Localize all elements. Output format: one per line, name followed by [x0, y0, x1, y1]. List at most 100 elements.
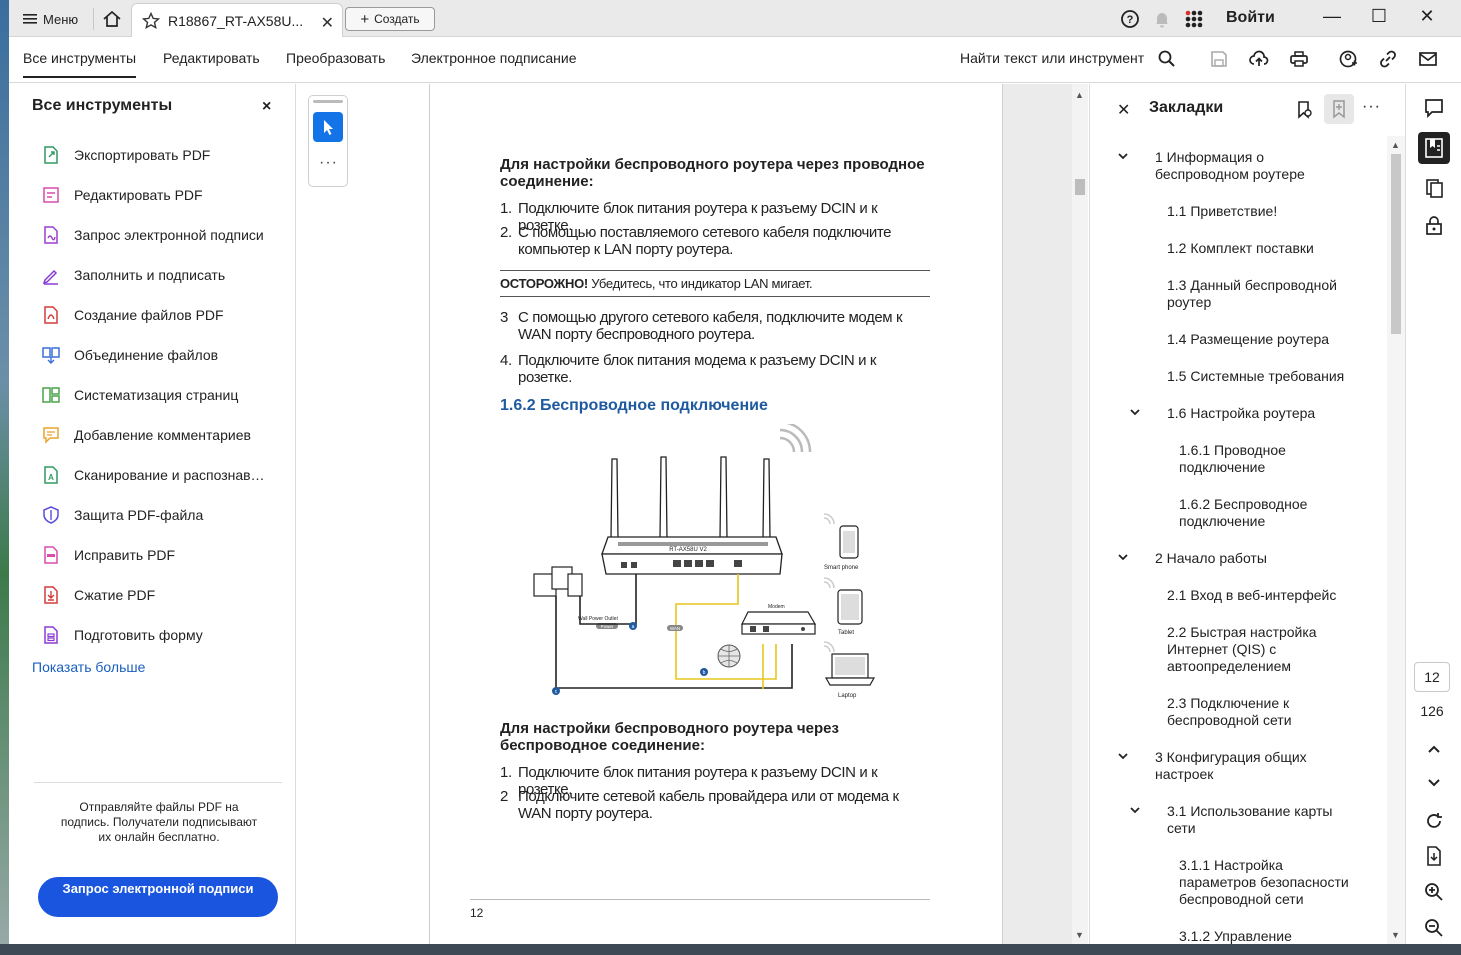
- more-tools-icon[interactable]: ···: [319, 154, 338, 172]
- smart-phone-label: Smart phone: [824, 565, 859, 571]
- document-tab[interactable]: R18867_RT-AX58U... ✕: [131, 3, 343, 37]
- list-item: 4. Подключите блок питания модема к разъ…: [500, 352, 932, 386]
- lock-icon[interactable]: [1422, 214, 1446, 238]
- scroll-thumb[interactable]: [1075, 179, 1085, 195]
- bookmark-item[interactable]: 2 Начало работы: [1155, 550, 1355, 567]
- footer-rule: [470, 899, 930, 900]
- current-page-input[interactable]: 12: [1414, 662, 1450, 692]
- bookmark-search-icon[interactable]: [1295, 100, 1315, 120]
- scroll-thumb[interactable]: [1391, 154, 1401, 334]
- hamburger-icon: [23, 14, 37, 24]
- tool-item[interactable]: Создание файлов PDF: [41, 304, 269, 326]
- tool-item[interactable]: Защита PDF-файла: [41, 504, 269, 526]
- close-window-icon[interactable]: ✕: [1414, 6, 1440, 30]
- bookmark-item[interactable]: 1 Информация о беспроводном роутере: [1155, 149, 1355, 183]
- extract-page-icon[interactable]: [1422, 844, 1446, 868]
- document-scrollbar[interactable]: ▲ ▼: [1072, 84, 1088, 944]
- bookmark-item[interactable]: 1.6 Настройка роутера: [1167, 405, 1355, 422]
- tool-item[interactable]: A Сканирование и распознавание: [41, 464, 269, 486]
- bookmark-item[interactable]: 2.2 Быстрая настройка Интернет (QIS) с а…: [1167, 624, 1355, 675]
- star-icon[interactable]: [142, 11, 160, 30]
- bookmark-item[interactable]: 1.6.2 Беспроводное подключение: [1179, 496, 1355, 530]
- zoom-in-icon[interactable]: [1422, 880, 1446, 904]
- bookmark-item[interactable]: 1.3 Данный беспроводной роутер: [1167, 277, 1355, 311]
- bookmark-item[interactable]: 1.2 Комплект поставки: [1167, 240, 1355, 257]
- apps-grid-icon[interactable]: [1184, 9, 1204, 29]
- bookmark-item[interactable]: 1.6.1 Проводное подключение: [1179, 442, 1355, 476]
- maximize-icon[interactable]: ☐: [1366, 6, 1392, 30]
- bookmarks-rail-icon[interactable]: [1418, 132, 1450, 164]
- bookmarks-scrollbar[interactable]: ▲ ▼: [1387, 136, 1405, 944]
- bookmark-item[interactable]: 3.1 Использование карты сети: [1167, 803, 1355, 837]
- chevron-down-icon[interactable]: [1129, 406, 1141, 418]
- palette-handle[interactable]: [313, 100, 343, 103]
- bookmark-item[interactable]: 2.1 Вход в веб-интерфейс: [1167, 587, 1355, 604]
- scroll-up-icon[interactable]: ▲: [1391, 140, 1400, 150]
- close-tools-panel-icon[interactable]: ×: [262, 98, 271, 116]
- rotate-icon[interactable]: [1422, 809, 1446, 833]
- tool-item[interactable]: Объединение файлов: [41, 344, 269, 366]
- chevron-down-icon[interactable]: [1129, 804, 1141, 816]
- bookmark-item[interactable]: 3.1.2 Управление: [1179, 928, 1355, 945]
- list-number: 3: [500, 309, 508, 326]
- svg-text:a: a: [632, 624, 635, 630]
- close-tab-icon[interactable]: ✕: [321, 13, 334, 33]
- tool-item[interactable]: Сжатие PDF: [41, 584, 269, 606]
- zoom-out-icon[interactable]: [1422, 916, 1446, 940]
- chevron-down-icon[interactable]: [1117, 750, 1129, 762]
- tab-edit[interactable]: Редактировать: [163, 50, 260, 66]
- comments-icon[interactable]: [1422, 96, 1446, 120]
- tab-convert[interactable]: Преобразовать: [286, 50, 385, 66]
- tool-item[interactable]: Редактировать PDF: [41, 184, 269, 206]
- scan-ocr-icon: A: [41, 465, 61, 485]
- page-down-icon[interactable]: [1422, 770, 1446, 794]
- bookmark-item[interactable]: 1.1 Приветствие!: [1167, 203, 1355, 220]
- tab-e-sign[interactable]: Электронное подписание: [411, 50, 577, 66]
- tool-item[interactable]: Исправить PDF: [41, 544, 269, 566]
- close-bookmarks-icon[interactable]: ✕: [1117, 100, 1130, 120]
- share-user-icon[interactable]: [1338, 49, 1358, 69]
- notifications-bell-icon[interactable]: [1152, 9, 1172, 29]
- pages-thumbnails-icon[interactable]: [1422, 176, 1446, 200]
- request-signature-button[interactable]: Запрос электронной подписи: [38, 877, 278, 917]
- print-icon[interactable]: [1289, 49, 1309, 69]
- home-button[interactable]: [101, 8, 123, 30]
- tool-item[interactable]: Подготовить форму: [41, 624, 269, 646]
- show-more-link[interactable]: Показать больше: [32, 659, 145, 675]
- tab-all-tools[interactable]: Все инструменты: [23, 50, 137, 78]
- bookmark-item[interactable]: 3 Конфигурация общих настроек: [1155, 749, 1355, 783]
- tool-item[interactable]: Добавление комментариев: [41, 424, 269, 446]
- wifi-signal-icon: [823, 513, 835, 653]
- create-button[interactable]: + Создать: [345, 7, 435, 31]
- svg-text:A: A: [48, 473, 54, 482]
- rule-line: [500, 270, 930, 271]
- bookmark-item[interactable]: 1.4 Размещение роутера: [1167, 331, 1355, 348]
- save-icon[interactable]: [1209, 49, 1229, 69]
- page-up-icon[interactable]: [1422, 738, 1446, 762]
- bookmark-item[interactable]: 2.3 Подключение к беспроводной сети: [1167, 695, 1355, 729]
- scroll-up-icon[interactable]: ▲: [1075, 90, 1084, 100]
- chevron-down-icon[interactable]: [1117, 551, 1129, 563]
- chevron-down-icon[interactable]: [1117, 150, 1129, 162]
- find-text-or-tool[interactable]: Найти текст или инструмент: [960, 50, 1144, 66]
- search-icon[interactable]: [1157, 49, 1177, 69]
- tool-item[interactable]: Систематизация страниц: [41, 384, 269, 406]
- help-icon[interactable]: ?: [1120, 9, 1140, 29]
- minimize-icon[interactable]: —: [1319, 6, 1345, 30]
- bookmark-item[interactable]: 3.1.1 Настройка параметров безопасности …: [1179, 857, 1355, 908]
- tool-item[interactable]: Запрос электронной подписи: [41, 224, 269, 246]
- smart-phone: [839, 525, 859, 559]
- tool-item[interactable]: Экспортировать PDF: [41, 144, 269, 166]
- sign-in-button[interactable]: Войти: [1226, 9, 1275, 27]
- scroll-down-icon[interactable]: ▼: [1391, 930, 1400, 940]
- menu-button[interactable]: Меню: [23, 9, 78, 29]
- link-icon[interactable]: [1378, 49, 1398, 69]
- select-tool-button[interactable]: [313, 112, 343, 142]
- add-bookmark-icon[interactable]: [1324, 94, 1354, 124]
- bookmark-item[interactable]: 1.5 Системные требования: [1167, 368, 1355, 385]
- more-options-icon[interactable]: ···: [1362, 98, 1381, 116]
- scroll-down-icon[interactable]: ▼: [1075, 930, 1084, 940]
- tool-item[interactable]: Заполнить и подписать: [41, 264, 269, 286]
- cloud-upload-icon[interactable]: [1249, 49, 1269, 69]
- email-icon[interactable]: [1418, 49, 1438, 69]
